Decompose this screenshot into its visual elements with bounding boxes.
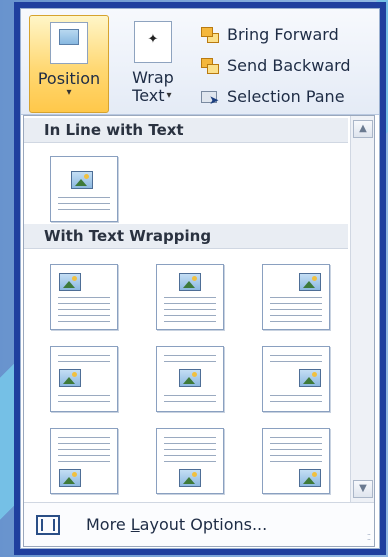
wrap-text-caret-icon: ▾ xyxy=(166,90,172,101)
picture-icon xyxy=(299,469,321,487)
send-backward-button[interactable]: Send Backward xyxy=(199,50,379,81)
gallery-scrollbar[interactable]: ▲ ▼ xyxy=(350,116,374,502)
send-backward-icon xyxy=(199,56,221,76)
more-label-accelerator: L xyxy=(130,515,140,534)
selection-pane-label: Selection Pane xyxy=(227,87,345,106)
position-middle-right-tile[interactable] xyxy=(262,346,330,412)
selection-pane-icon: ➤ xyxy=(199,87,221,107)
picture-icon xyxy=(179,369,201,387)
more-label-pre: More xyxy=(86,515,131,534)
bring-forward-label: Bring Forward xyxy=(227,25,339,44)
selection-pane-button[interactable]: ➤ Selection Pane xyxy=(199,81,379,112)
more-layout-options-label: More Layout Options... xyxy=(86,515,267,534)
picture-icon xyxy=(59,469,81,487)
app-window: Position ▾ ✦ Wrap Text ▾ Bring Forward S… xyxy=(20,8,380,549)
position-label: Position xyxy=(37,69,101,88)
picture-icon xyxy=(179,469,201,487)
section-in-line-with-text: In Line with Text xyxy=(24,118,348,143)
position-middle-left-tile[interactable] xyxy=(50,346,118,412)
arrange-small-buttons: Bring Forward Send Backward ➤ Selection … xyxy=(199,19,379,112)
position-icon xyxy=(50,22,88,64)
section-with-text-wrapping: With Text Wrapping xyxy=(24,224,348,249)
position-inline-tile[interactable] xyxy=(50,156,118,222)
position-top-center-tile[interactable] xyxy=(156,264,224,330)
picture-icon xyxy=(299,273,321,291)
wrap-text-icon: ✦ xyxy=(134,21,172,63)
position-gallery-dropdown: In Line with Text With Text Wrapping ▲ ▼… xyxy=(23,115,375,547)
position-button[interactable]: Position ▾ xyxy=(29,15,109,113)
position-bottom-right-tile[interactable] xyxy=(262,428,330,494)
wrap-text-label-line1: Wrap xyxy=(132,68,174,87)
position-middle-center-tile[interactable] xyxy=(156,346,224,412)
ribbon-arrange-group: Position ▾ ✦ Wrap Text ▾ Bring Forward S… xyxy=(21,9,379,115)
position-dropdown-caret-icon: ▾ xyxy=(66,87,72,98)
picture-icon xyxy=(59,273,81,291)
picture-icon xyxy=(71,171,93,189)
more-layout-options-item[interactable]: More Layout Options... ⁚⁚ xyxy=(24,502,374,546)
scroll-up-icon[interactable]: ▲ xyxy=(353,120,373,138)
picture-icon xyxy=(59,369,81,387)
more-label-post: ayout Options... xyxy=(139,515,268,534)
resize-grip-icon[interactable]: ⁚⁚ xyxy=(367,533,371,542)
wrap-text-label: Wrap Text ▾ xyxy=(132,69,174,105)
position-top-right-tile[interactable] xyxy=(262,264,330,330)
position-bottom-left-tile[interactable] xyxy=(50,428,118,494)
wrap-text-button[interactable]: ✦ Wrap Text ▾ xyxy=(117,15,189,113)
wrap-text-label-line2: Text xyxy=(132,86,165,105)
position-top-left-tile[interactable] xyxy=(50,264,118,330)
picture-icon xyxy=(179,273,201,291)
send-backward-label: Send Backward xyxy=(227,56,351,75)
bring-forward-button[interactable]: Bring Forward xyxy=(199,19,379,50)
bring-forward-icon xyxy=(199,25,221,45)
position-bottom-center-tile[interactable] xyxy=(156,428,224,494)
layout-options-icon xyxy=(36,514,60,535)
scroll-down-icon[interactable]: ▼ xyxy=(353,480,373,498)
picture-icon xyxy=(299,369,321,387)
